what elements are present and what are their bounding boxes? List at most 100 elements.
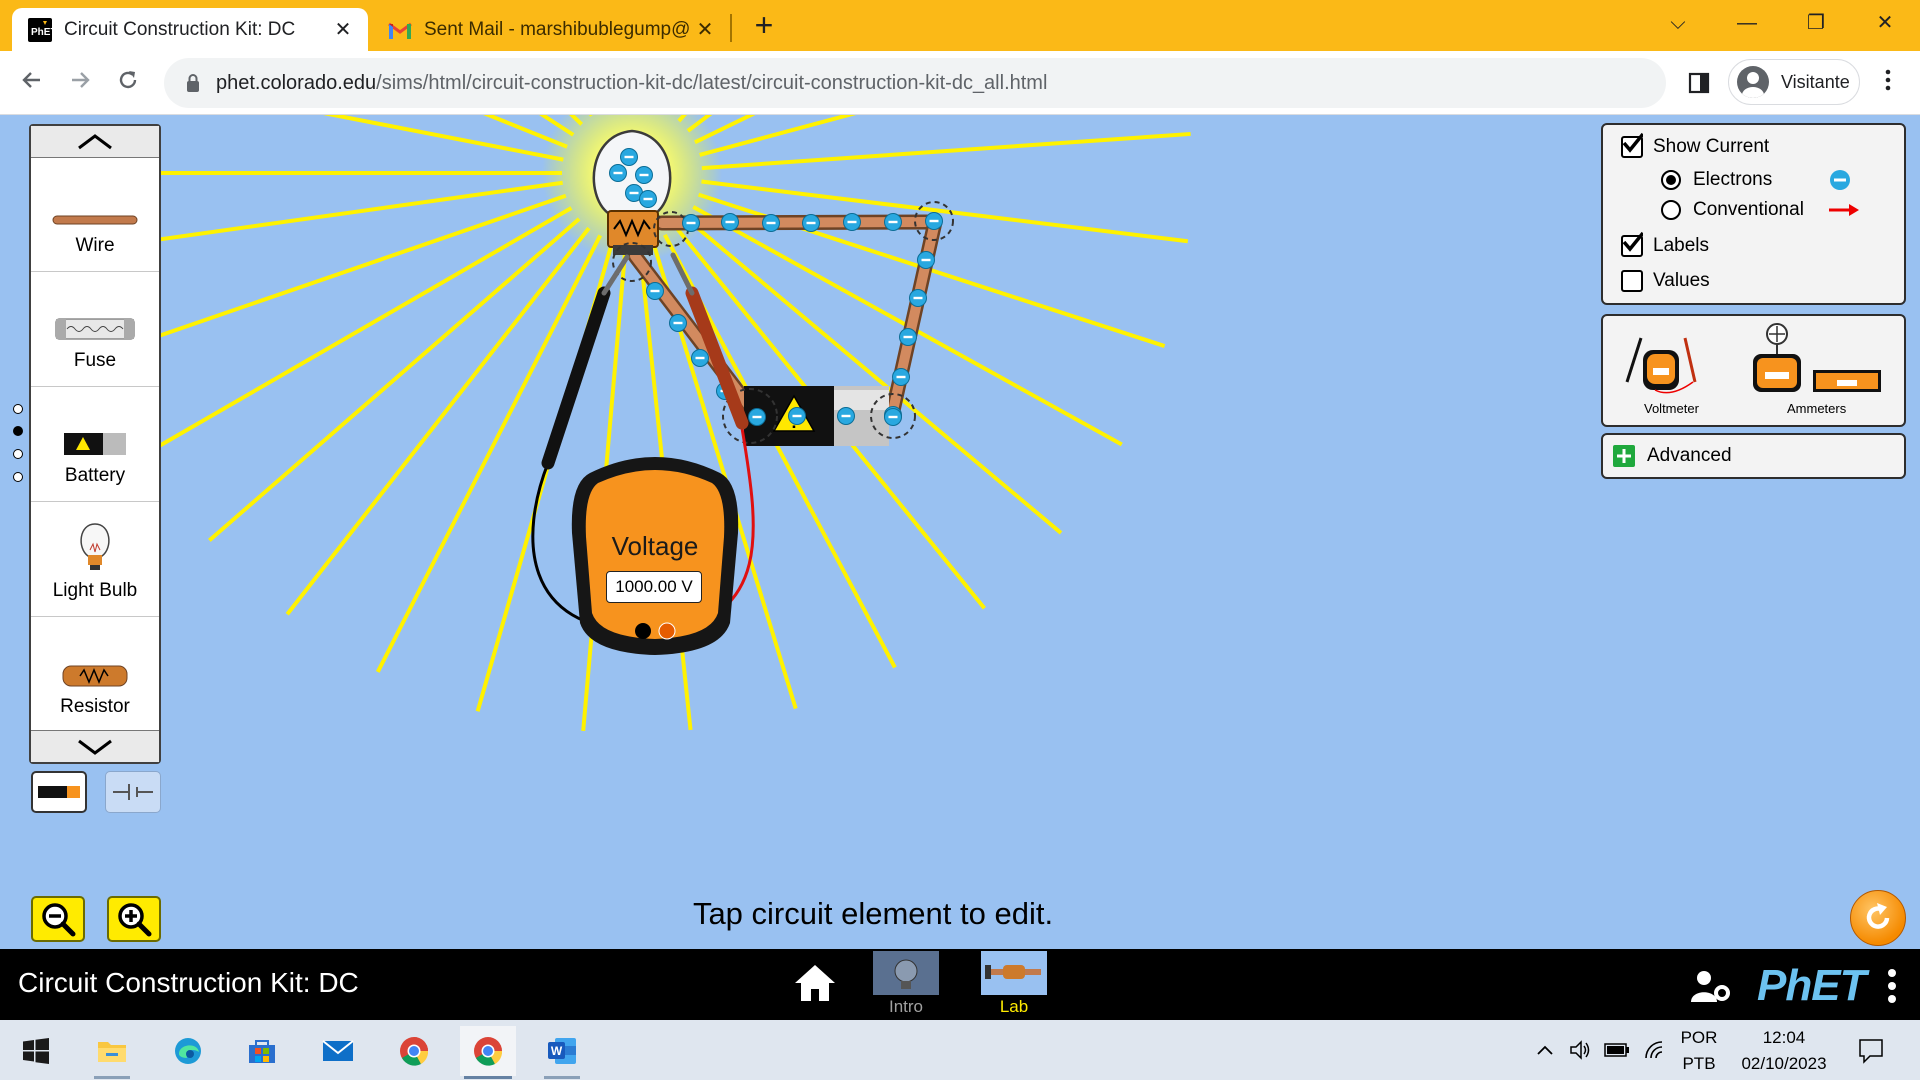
conventional-label: Conventional (1693, 199, 1804, 220)
conventional-radio[interactable]: Conventional (1661, 199, 1861, 221)
forward-button[interactable] (62, 65, 98, 101)
taskbar-mail[interactable] (310, 1026, 366, 1076)
toolbox-page-dot[interactable] (13, 404, 23, 414)
screen-label-intro: Intro (888, 997, 924, 1016)
battery-icon (63, 431, 127, 457)
preferences-icon[interactable] (1690, 969, 1732, 1003)
red-arrow-icon (1829, 204, 1859, 216)
lifelike-view-button[interactable] (31, 771, 87, 813)
zoom-in-button[interactable] (107, 896, 161, 942)
electron-minus-sign (903, 335, 913, 339)
electron-minus-sign (766, 221, 776, 225)
toolbox-item-battery[interactable]: Battery (31, 388, 159, 502)
labels-checkbox[interactable]: Labels (1621, 231, 1709, 257)
electron-minus-sign (806, 221, 816, 225)
taskbar-chrome-active[interactable] (460, 1026, 516, 1079)
values-checkbox[interactable]: Values (1621, 270, 1710, 292)
zoom-in-icon (118, 903, 152, 937)
minimize-button[interactable]: — (1727, 6, 1767, 40)
screen-button-lab[interactable]: Lab (980, 951, 1048, 1019)
show-current-checkbox[interactable]: Show Current (1621, 132, 1770, 158)
taskbar-file-explorer[interactable] (84, 1026, 140, 1079)
sim-play-area[interactable]: ! (0, 115, 1920, 949)
advanced-label: Advanced (1647, 445, 1732, 466)
profile-button[interactable]: Visitante (1728, 59, 1860, 105)
battery-status-icon[interactable] (1604, 1042, 1630, 1058)
phet-logo[interactable]: PhET (1757, 961, 1866, 1011)
electron-minus-sign (792, 414, 802, 418)
electron-minus-sign (896, 375, 906, 379)
address-bar[interactable]: phet.colorado.edu/sims/html/circuit-cons… (164, 58, 1666, 108)
toolbox-item-light-bulb[interactable]: Light Bulb (31, 503, 159, 617)
show-current-label: Show Current (1653, 136, 1770, 157)
side-panel-button[interactable] (1680, 64, 1718, 102)
chevron-up-icon (78, 133, 112, 149)
electron-minus-sign (613, 171, 623, 175)
toolbox-item-fuse[interactable]: Fuse (31, 273, 159, 387)
reset-all-button[interactable] (1850, 890, 1906, 946)
taskbar-chrome[interactable] (386, 1026, 442, 1076)
screen-label-lab: Lab (999, 997, 1029, 1016)
schematic-view-button[interactable] (105, 771, 161, 813)
battery-lifelike-icon (38, 786, 80, 798)
clock-time[interactable]: 12:04 (1732, 1028, 1836, 1048)
sim-navigation-bar: Circuit Construction Kit: DC Intro Lab P… (0, 949, 1920, 1020)
back-button[interactable] (14, 65, 50, 101)
file-explorer-icon (98, 1042, 126, 1062)
toolbox-item-wire[interactable]: Wire (31, 158, 159, 272)
reload-button[interactable] (110, 65, 146, 101)
clock-date[interactable]: 02/10/2023 (1732, 1054, 1836, 1074)
ammeter-tool-icon[interactable] (1743, 320, 1883, 396)
toolbox-scroll-down-button[interactable] (31, 730, 159, 762)
input-language-bottom[interactable]: PTB (1676, 1054, 1722, 1074)
advanced-accordion[interactable]: Advanced (1601, 433, 1906, 479)
voltmeter-title: Voltage (611, 531, 699, 561)
electrons-radio[interactable]: Electrons (1661, 169, 1851, 191)
taskbar-word[interactable]: W (534, 1026, 590, 1079)
toolbox-item-resistor[interactable]: Resistor (31, 618, 159, 732)
close-window-button[interactable]: ✕ (1865, 6, 1905, 40)
screen-button-intro[interactable]: Intro (872, 951, 940, 1019)
zoom-out-button[interactable] (31, 896, 85, 942)
browser-menu-button[interactable] (1870, 65, 1906, 101)
toolbox-page-dot[interactable] (13, 426, 23, 436)
browser-toolbar: phet.colorado.edu/sims/html/circuit-cons… (0, 51, 1920, 115)
toolbox-item-label: Battery (64, 465, 126, 486)
phet-menu-icon[interactable] (1886, 967, 1898, 1005)
voltmeter-device[interactable]: Voltage 1000.00 V (570, 453, 740, 655)
reload-icon (119, 71, 137, 89)
volume-icon[interactable] (1569, 1040, 1591, 1060)
toolbox-item-label: Light Bulb (52, 580, 138, 601)
tab-close-icon[interactable]: ✕ (332, 19, 354, 41)
home-icon[interactable] (793, 963, 837, 1003)
wifi-icon[interactable] (1644, 1040, 1666, 1060)
input-language-top[interactable]: POR (1676, 1028, 1722, 1048)
tab-gmail-sent[interactable]: Sent Mail - marshibublegump@ ✕ (372, 8, 730, 51)
chevron-up-icon[interactable] (1536, 1044, 1554, 1056)
checkbox-unchecked-icon (1621, 270, 1643, 292)
browser-tab-strip: PhET Circuit Construction Kit: DC ✕ Sent… (0, 0, 1920, 51)
toolbox-scroll-up-button[interactable] (31, 126, 159, 158)
mail-icon (322, 1040, 354, 1061)
tab-title: Sent Mail - marshibublegump@ (424, 18, 691, 40)
tab-close-icon[interactable]: ✕ (694, 19, 716, 41)
electrons-label: Electrons (1693, 169, 1773, 190)
toolbox-page-dot[interactable] (13, 472, 23, 482)
tab-search-icon[interactable]: ⌵ (1658, 6, 1698, 40)
toolbox-page-dot[interactable] (13, 449, 23, 459)
voltmeter-tool-icon[interactable] (1621, 324, 1701, 394)
svg-text:PhET: PhET (31, 27, 52, 38)
restore-button[interactable]: ❐ (1796, 6, 1836, 40)
light-ray (699, 115, 857, 157)
start-button[interactable] (8, 1026, 64, 1076)
taskbar-edge[interactable] (160, 1026, 216, 1076)
lock-icon (180, 70, 206, 96)
electron-icon (1830, 170, 1850, 190)
new-tab-button[interactable]: + (748, 9, 780, 42)
kebab-menu-icon (1885, 69, 1891, 91)
tab-circuit-construction-kit[interactable]: PhET Circuit Construction Kit: DC ✕ (12, 8, 368, 51)
taskbar-store[interactable] (234, 1026, 290, 1076)
labels-label: Labels (1653, 235, 1709, 256)
notification-icon[interactable] (1858, 1038, 1884, 1064)
phet-favicon-icon: PhET (28, 17, 52, 42)
